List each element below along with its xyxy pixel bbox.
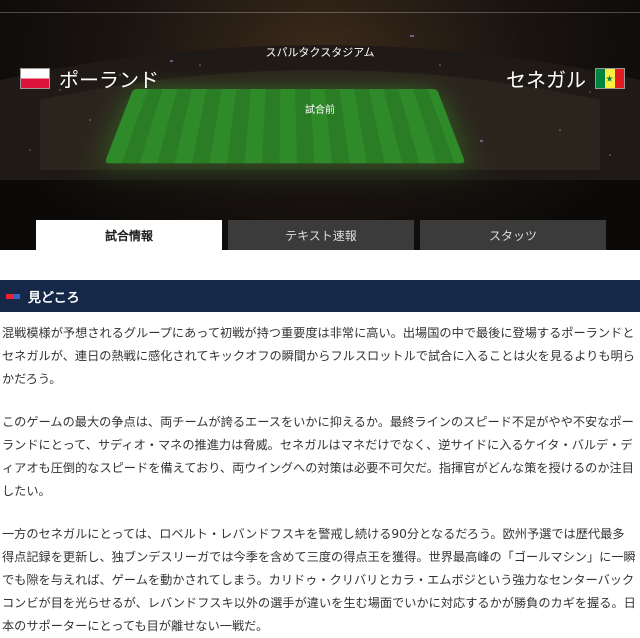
preview-article: 混戦模様が予想されるグループにあって初戦が持つ重要度は非常に高い。出場国の中で最…	[0, 312, 640, 638]
match-tabs: 試合情報 テキスト速報 スタッツ	[36, 220, 606, 250]
match-status: 試合前	[305, 105, 335, 116]
tab-stats[interactable]: スタッツ	[420, 220, 606, 250]
tab-text-live[interactable]: テキスト速報	[228, 220, 414, 250]
home-team[interactable]: ポーランド	[20, 64, 159, 93]
section-header: 見どころ	[0, 280, 640, 312]
section-title: 見どころ	[28, 290, 80, 306]
flag-poland-icon	[20, 68, 50, 89]
stadium-name: スパルタクスタジアム	[265, 46, 375, 59]
article-paragraph: このゲームの最大の争点は、両チームが誇るエースをいかに抑えるか。最終ラインのスピ…	[2, 415, 634, 498]
section-marker-icon	[6, 293, 20, 299]
flag-senegal-icon	[595, 68, 625, 89]
article-paragraph: 一方のセネガルにとっては、ロベルト・レバンドフスキを警戒し続ける90分となるだろ…	[2, 527, 636, 633]
away-team-name: セネガル	[506, 68, 586, 92]
match-hero-banner: スパルタクスタジアム 試合前 ポーランド セネガル 試合情報 テキスト速報 スタ…	[0, 0, 640, 250]
hero-top-divider	[0, 12, 640, 13]
away-team[interactable]: セネガル	[506, 64, 625, 93]
article-paragraph: 混戦模様が予想されるグループにあって初戦が持つ重要度は非常に高い。出場国の中で最…	[2, 326, 635, 386]
tab-match-info[interactable]: 試合情報	[36, 220, 222, 250]
home-team-name: ポーランド	[59, 68, 159, 92]
